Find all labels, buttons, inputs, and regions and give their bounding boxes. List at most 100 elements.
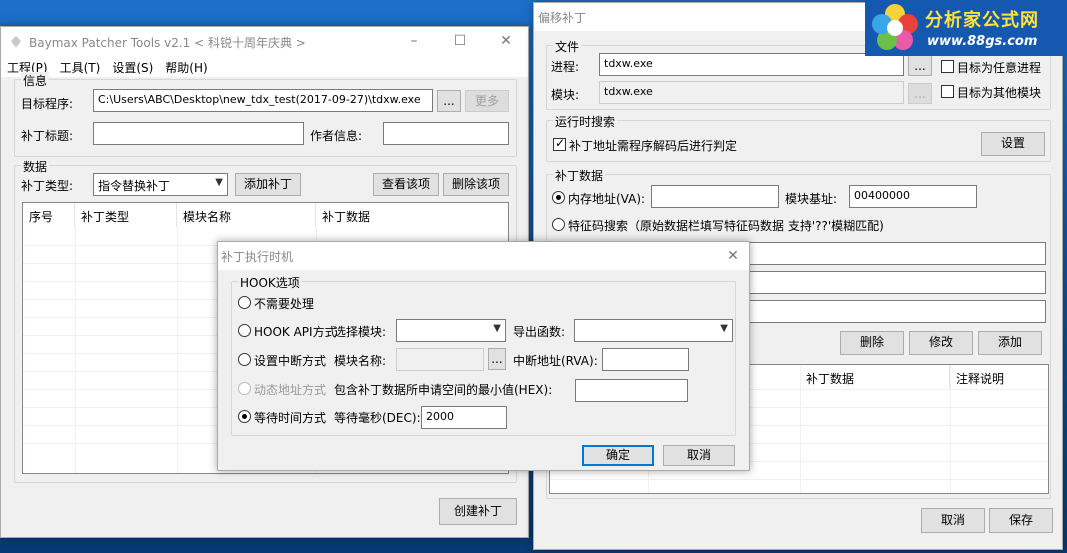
process-input[interactable]: tdxw.exe: [599, 53, 904, 76]
opt-breakpoint-label: 设置中断方式: [254, 354, 327, 368]
grid-line: [950, 365, 951, 493]
grid-line: [550, 479, 1048, 480]
timing-dialog: 补丁执行时机 ✕ HOOK选项 不需要处理 HOOK API方式 选择模块: ▼…: [217, 241, 750, 471]
author-input[interactable]: [383, 122, 509, 145]
col-patch-type[interactable]: 补丁类型: [75, 203, 177, 227]
sig-search-radio[interactable]: [552, 218, 565, 231]
dialog-cancel-button[interactable]: 取消: [663, 445, 735, 466]
close-icon[interactable]: ✕: [718, 242, 748, 270]
mem-addr-radio[interactable]: [552, 191, 565, 204]
base-label: 模块基址:: [785, 192, 838, 206]
patchdata-group-label: 补丁数据: [553, 167, 606, 184]
module-label: 模块:: [551, 88, 580, 102]
patch-type-label: 补丁类型:: [21, 179, 74, 193]
opt-wait-radio[interactable]: [238, 410, 251, 423]
opt-hookapi-radio[interactable]: [238, 324, 251, 337]
file-group-label: 文件: [553, 38, 582, 55]
logo-text-cn: 分析家公式网: [925, 10, 1039, 31]
module-browse-button[interactable]: ...: [908, 83, 932, 104]
module-input[interactable]: tdxw.exe: [599, 81, 904, 104]
main-menubar: 工程(P) 工具(T) 设置(S) 帮助(H): [1, 57, 528, 77]
logo-text-url: www.88gs.com: [927, 34, 1038, 49]
other-module-label: 目标为其他模块: [957, 86, 1042, 100]
offset-save-button[interactable]: 保存: [989, 508, 1053, 533]
opt-dynamic-radio[interactable]: [238, 382, 251, 395]
patch-title-input[interactable]: [93, 122, 304, 145]
chevron-down-icon: ▼: [493, 323, 501, 334]
patch-title-label: 补丁标题:: [21, 129, 74, 143]
dialog-browse-button[interactable]: ...: [488, 348, 506, 370]
pd-modify-button[interactable]: 修改: [909, 331, 973, 355]
menu-help[interactable]: 帮助(H): [159, 57, 213, 76]
menu-settings[interactable]: 设置(S): [106, 57, 159, 76]
sig-search-label: 特征码搜索（原始数据栏填写特征码数据 支持'??'模糊匹配): [568, 219, 884, 233]
module-name-label: 模块名称:: [334, 354, 387, 368]
col-index[interactable]: 序号: [23, 203, 75, 227]
close-icon[interactable]: ✕: [483, 27, 529, 57]
offset-cancel-button[interactable]: 取消: [921, 508, 985, 533]
export-func-label: 导出函数:: [513, 325, 566, 339]
chevron-down-icon: ▼: [215, 177, 223, 188]
opt-wait-label: 等待时间方式: [254, 411, 327, 425]
process-browse-button[interactable]: ...: [908, 55, 932, 76]
mem-addr-input[interactable]: [651, 185, 779, 208]
grid-line: [177, 227, 178, 473]
pd-add-button[interactable]: 添加: [978, 331, 1042, 355]
view-item-button[interactable]: 查看该项: [373, 173, 439, 196]
opt-hookapi-label: HOOK API方式: [254, 325, 337, 339]
any-process-label: 目标为任意进程: [957, 61, 1042, 75]
target-browse-button[interactable]: ...: [437, 90, 461, 112]
grid-line: [75, 227, 76, 473]
data-group-label: 数据: [21, 158, 50, 175]
info-group-label: 信息: [21, 72, 50, 89]
hook-group-label: HOOK选项: [238, 274, 302, 291]
dialog-titlebar[interactable]: 补丁执行时机 ✕: [218, 242, 749, 270]
wait-ms-input[interactable]: 2000: [421, 406, 507, 429]
select-module-dropdown[interactable]: ▼: [396, 319, 506, 342]
process-label: 进程:: [551, 60, 580, 74]
main-title: Baymax Patcher Tools v2.1 < 科锐十周年庆典 >: [29, 36, 306, 50]
runtime-settings-button[interactable]: 设置: [981, 132, 1045, 156]
mem-addr-label: 内存地址(VA):: [568, 192, 646, 206]
decode-label: 补丁地址需程序解码后进行判定: [569, 139, 738, 153]
export-func-dropdown[interactable]: ▼: [574, 319, 733, 342]
patch-type-select[interactable]: 指令替换补丁 ▼: [93, 173, 228, 196]
target-input[interactable]: C:\Users\ABC\Desktop\new_tdx_test(2017-0…: [93, 89, 433, 112]
base-input[interactable]: 00400000: [849, 185, 977, 208]
dialog-title: 补丁执行时机: [221, 250, 294, 264]
menu-tools[interactable]: 工具(T): [54, 57, 107, 76]
module-name-input[interactable]: [396, 348, 484, 371]
col-comment[interactable]: 注释说明: [950, 365, 1048, 389]
min-value-label: 包含补丁数据所申请空间的最小值(HEX):: [334, 383, 553, 397]
chevron-down-icon: ▼: [720, 323, 728, 334]
offset-title: 偏移补丁: [538, 11, 587, 25]
delete-item-button[interactable]: 删除该项: [443, 173, 509, 196]
col-patch-data[interactable]: 补丁数据: [800, 365, 950, 389]
dialog-ok-button[interactable]: 确定: [582, 445, 654, 466]
col-patch-data[interactable]: 补丁数据: [316, 203, 508, 227]
break-addr-input[interactable]: [602, 348, 689, 371]
grid-line: [800, 365, 801, 493]
main-titlebar[interactable]: Baymax Patcher Tools v2.1 < 科锐十周年庆典 > – …: [1, 27, 528, 57]
select-module-label: 选择模块:: [334, 325, 387, 339]
flower-logo-icon: [872, 4, 918, 50]
opt-none-label: 不需要处理: [254, 297, 315, 311]
runtime-group-label: 运行时搜索: [553, 113, 618, 130]
wait-ms-label: 等待毫秒(DEC):: [334, 411, 421, 425]
opt-breakpoint-radio[interactable]: [238, 353, 251, 366]
decode-checkbox[interactable]: [553, 136, 566, 151]
patch-type-value: 指令替换补丁: [98, 179, 171, 193]
add-patch-button[interactable]: 添加补丁: [235, 173, 301, 196]
pd-delete-button[interactable]: 删除: [840, 331, 904, 355]
maximize-icon[interactable]: ☐: [437, 27, 483, 57]
other-module-checkbox[interactable]: [941, 85, 954, 98]
create-patch-button[interactable]: 创建补丁: [439, 498, 517, 525]
any-process-checkbox[interactable]: [941, 60, 954, 73]
author-label: 作者信息:: [310, 129, 363, 143]
more-button[interactable]: 更多: [465, 90, 509, 112]
min-value-input[interactable]: [575, 379, 688, 402]
minimize-icon[interactable]: –: [391, 27, 437, 57]
app-icon: [11, 36, 21, 48]
col-module-name[interactable]: 模块名称: [177, 203, 316, 227]
opt-none-radio[interactable]: [238, 296, 251, 309]
